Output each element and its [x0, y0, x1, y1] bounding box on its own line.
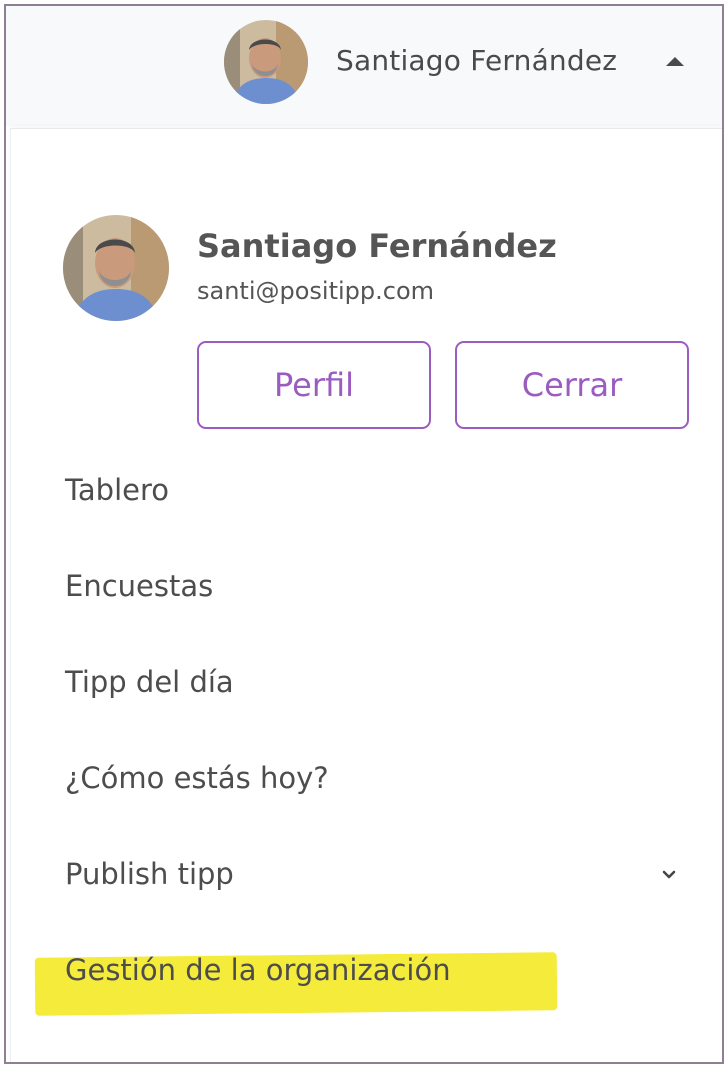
menu-item-tipp-del-dia[interactable]: Tipp del día: [11, 651, 722, 715]
caret-up-icon[interactable]: [666, 57, 684, 66]
logout-button[interactable]: Cerrar: [455, 341, 689, 429]
menu-item-gestion-organizacion[interactable]: Gestión de la organización: [11, 939, 722, 1003]
menu-item-publish-tipp[interactable]: Publish tipp: [11, 843, 722, 907]
profile-avatar: [63, 215, 169, 321]
profile-email: santi@positipp.com: [197, 277, 435, 305]
menu-item-label: Gestión de la organización: [65, 953, 451, 987]
top-navbar: Santiago Fernández: [6, 6, 722, 126]
menu-item-encuestas[interactable]: Encuestas: [11, 555, 722, 619]
menu-item-como-estas-hoy[interactable]: ¿Cómo estás hoy?: [11, 747, 722, 811]
menu-item-label: Tablero: [65, 473, 170, 507]
avatar[interactable]: [224, 20, 308, 104]
menu-item-label: Encuestas: [65, 569, 214, 603]
chevron-down-icon[interactable]: [661, 867, 677, 883]
avatar-photo-icon: [224, 20, 308, 104]
menu-item-label: Publish tipp: [65, 857, 234, 891]
menu-item-label: Tipp del día: [65, 665, 234, 699]
profile-button[interactable]: Perfil: [197, 341, 431, 429]
menu-item-tablero[interactable]: Tablero: [11, 459, 722, 523]
dropdown-panel: Santiago Fernández santi@positipp.com Pe…: [10, 128, 722, 1062]
user-menu-window: Santiago Fernández Santiago Fernández sa…: [4, 4, 724, 1064]
avatar-photo-icon: [63, 215, 169, 321]
header-user-name[interactable]: Santiago Fernández: [336, 44, 617, 77]
profile-name: Santiago Fernández: [197, 227, 557, 265]
menu-item-label: ¿Cómo estás hoy?: [65, 761, 329, 795]
